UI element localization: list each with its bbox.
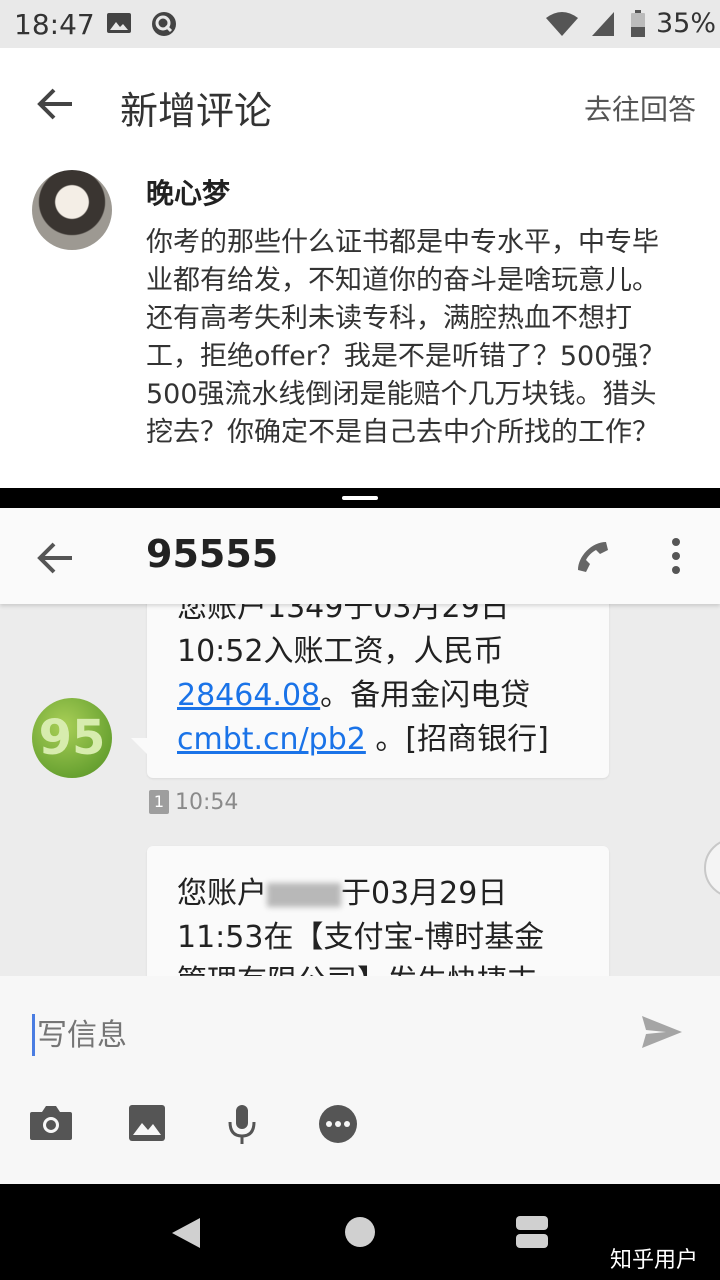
message-input[interactable] <box>32 1014 599 1056</box>
camera-icon[interactable] <box>28 1104 74 1146</box>
divider-handle[interactable] <box>342 496 378 500</box>
back-triangle-icon[interactable] <box>170 1216 202 1254</box>
comment-line: 你考的那些什么证书都是中专水平，中专毕 <box>146 227 659 258</box>
scroll-button[interactable] <box>704 838 720 898</box>
signal-icon <box>590 10 616 42</box>
comment-author[interactable]: 晚心梦 <box>146 172 230 212</box>
comment-line: 工，拒绝offer？我是不是听错了？500强？ <box>146 341 666 372</box>
back-arrow-icon[interactable] <box>36 540 74 580</box>
message-line: 管理有限公司】发生快捷支 <box>177 960 609 976</box>
message-text: 您账户 <box>177 876 267 911</box>
more-options-icon[interactable] <box>318 1104 358 1148</box>
sender-avatar[interactable]: 95 <box>32 698 112 778</box>
battery-percent: 35% <box>656 8 717 39</box>
status-time: 18:47 <box>14 8 95 41</box>
split-screen-divider[interactable] <box>0 488 720 508</box>
message-time: 10:54 <box>175 790 239 815</box>
comment-line: 挖去？你确定不是自己去中介所找的工作？ <box>146 417 659 448</box>
message-text: 于03月29日 <box>341 876 508 911</box>
gallery-icon[interactable] <box>128 1104 166 1146</box>
message-bubble[interactable]: 您账户1349于03月29日 10:52入账工资，人民币 28464.08。备用… <box>131 604 609 778</box>
assistant-icon <box>150 10 178 42</box>
message-line: 11:53在【支付宝-博时基金 <box>177 920 545 955</box>
message-meta: 1 10:54 <box>149 790 238 816</box>
avatar[interactable] <box>32 170 112 250</box>
message-line: cmbt.cn/pb2 。[招商银行] <box>177 718 609 762</box>
comment-line: 业都有给发，不知道你的奋斗是啥玩意儿。 <box>146 265 659 296</box>
send-icon[interactable] <box>640 1014 684 1054</box>
sim-slot-badge: 1 <box>149 790 169 814</box>
message-line: 10:52入账工资，人民币 <box>177 634 504 669</box>
messaging-appbar: 95555 <box>0 508 720 604</box>
message-line: 您账户1349于03月29日 <box>177 604 510 625</box>
go-to-answer-button[interactable]: 去往回答 <box>584 88 696 128</box>
comment-item: 晚心梦 你考的那些什么证书都是中专水平，中专毕 业都有给发，不知道你的奋斗是啥玩… <box>0 160 720 488</box>
url-link[interactable]: cmbt.cn/pb2 <box>177 722 366 757</box>
contact-number: 95555 <box>146 532 279 576</box>
comment-body: 你考的那些什么证书都是中专水平，中专毕 业都有给发，不知道你的奋斗是啥玩意儿。 … <box>146 224 686 452</box>
redacted-account <box>267 882 341 907</box>
microphone-icon[interactable] <box>226 1104 258 1150</box>
compose-area <box>0 976 720 1184</box>
message-text: 。备用金闪电贷 <box>320 678 531 713</box>
comment-line: 还有高考失利未读专科，满腔热血不想打 <box>146 303 632 334</box>
back-arrow-icon[interactable] <box>36 86 74 126</box>
recents-icon[interactable] <box>514 1214 550 1254</box>
battery-icon <box>630 10 646 42</box>
comment-appbar: 新增评论 去往回答 <box>0 48 720 161</box>
image-icon <box>106 10 132 40</box>
status-bar: 18:47 35% <box>0 0 720 48</box>
wifi-icon <box>544 10 580 42</box>
watermark: 知乎用户 <box>609 1248 698 1273</box>
amount-link[interactable]: 28464.08 <box>177 678 320 713</box>
page-title: 新增评论 <box>120 89 273 133</box>
message-line: 您账户 于03月29日 <box>177 872 609 916</box>
conversation-list[interactable]: 您账户1349于03月29日 10:52入账工资，人民币 28464.08。备用… <box>0 604 720 976</box>
system-nav-bar: 知乎用户 <box>0 1184 720 1280</box>
message-line: 28464.08。备用金闪电贷 <box>177 674 609 718</box>
phone-icon[interactable] <box>572 536 612 580</box>
comment-line: 500强流水线倒闭是能赔个几万块钱。猎头 <box>146 379 657 410</box>
message-text: 。[招商银行] <box>365 722 549 757</box>
more-vert-icon[interactable] <box>664 536 688 580</box>
home-icon[interactable] <box>344 1216 376 1252</box>
message-bubble[interactable]: 您账户 于03月29日 11:53在【支付宝-博时基金 管理有限公司】发生快捷支 <box>147 846 609 976</box>
